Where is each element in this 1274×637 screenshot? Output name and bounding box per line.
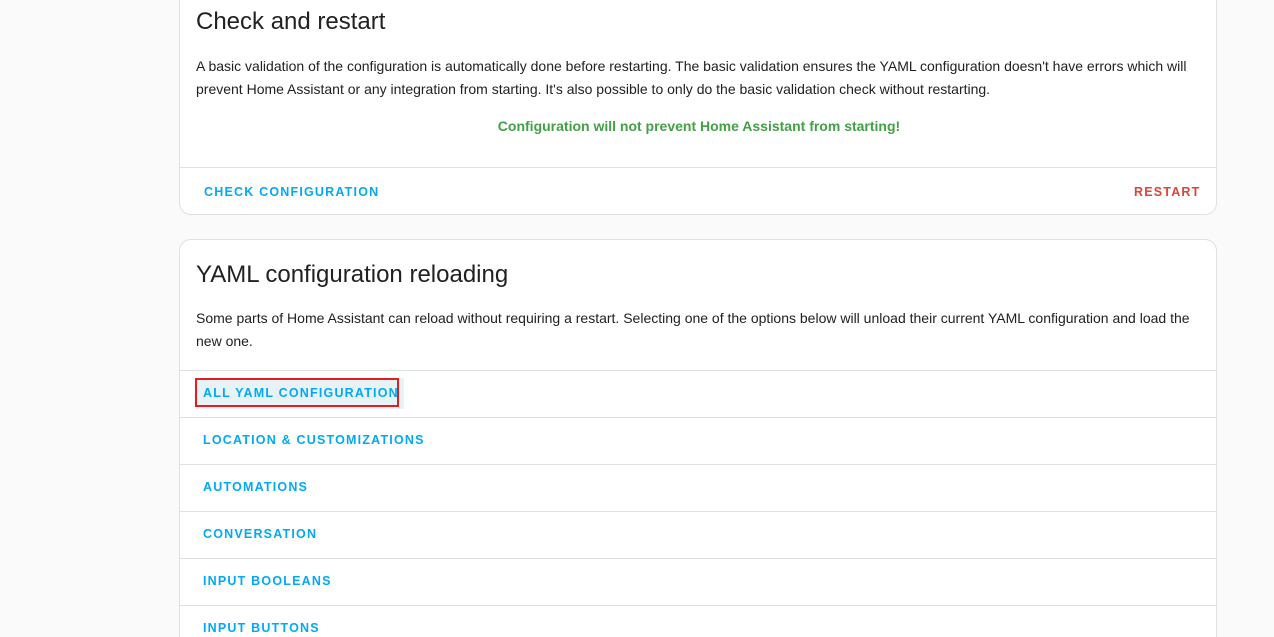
yaml-configuration-reloading-card: YAML configuration reloading Some parts … — [179, 239, 1217, 637]
check-configuration-button[interactable]: CHECK CONFIGURATION — [204, 185, 379, 199]
check-and-restart-card: Check and restart A basic validation of … — [179, 0, 1217, 215]
reload-description: Some parts of Home Assistant can reload … — [196, 310, 1190, 349]
reload-item-input-buttons: INPUT BUTTONS — [180, 605, 1216, 637]
card-title-check-and-restart: Check and restart — [196, 8, 386, 35]
restart-button[interactable]: RESTART — [1134, 185, 1201, 199]
reload-item-input-booleans: INPUT BOOLEANS — [180, 558, 1216, 604]
validation-result-message: Configuration will not prevent Home Assi… — [497, 118, 901, 134]
restart-description: A basic validation of the configuration … — [196, 58, 1187, 97]
page: DF Check and restart A basic validation … — [0, 0, 1274, 637]
reload-location-customizations-button[interactable]: LOCATION & CUSTOMIZATIONS — [203, 433, 425, 447]
reload-item-all-yaml: ALL YAML CONFIGURATION — [180, 370, 1216, 416]
reload-input-buttons-button[interactable]: INPUT BUTTONS — [203, 621, 320, 635]
reload-automations-button[interactable]: AUTOMATIONS — [203, 480, 308, 494]
reload-item-conversation: CONVERSATION — [180, 511, 1216, 557]
reload-input-booleans-button[interactable]: INPUT BOOLEANS — [203, 574, 332, 588]
reload-item-location: LOCATION & CUSTOMIZATIONS — [180, 417, 1216, 463]
card-actions-divider — [180, 167, 1216, 168]
reload-item-automations: AUTOMATIONS — [180, 464, 1216, 510]
reload-all-yaml-button[interactable]: ALL YAML CONFIGURATION — [203, 386, 399, 400]
reload-conversation-button[interactable]: CONVERSATION — [203, 527, 317, 541]
card-title-yaml-reloading: YAML configuration reloading — [196, 261, 509, 288]
